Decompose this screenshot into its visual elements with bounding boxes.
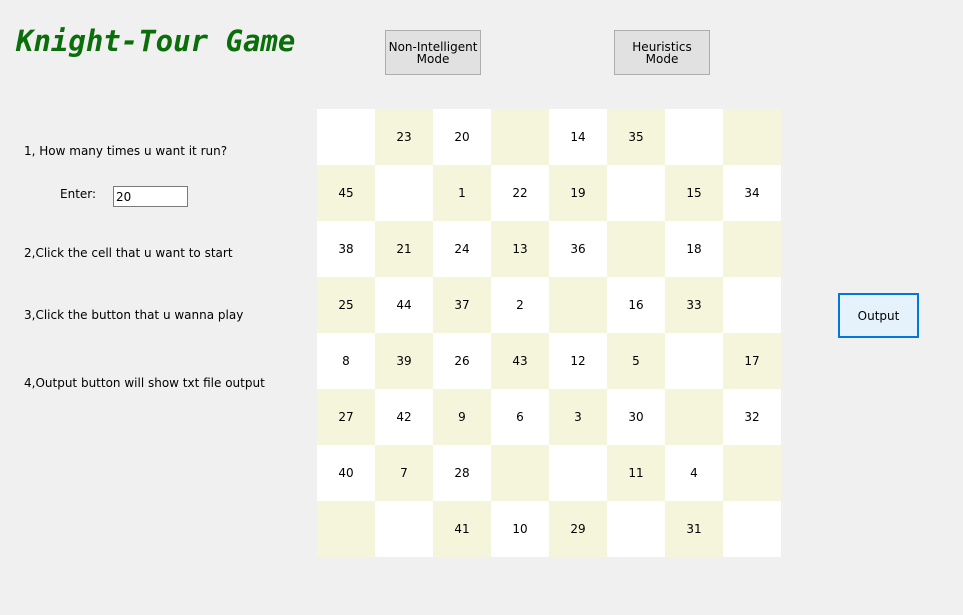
- board-cell[interactable]: 7: [375, 445, 433, 501]
- board-cell[interactable]: 28: [433, 445, 491, 501]
- board-cell[interactable]: [665, 109, 723, 165]
- board-cell[interactable]: 29: [549, 501, 607, 557]
- board-cell[interactable]: 33: [665, 277, 723, 333]
- board-cell[interactable]: [607, 165, 665, 221]
- board-cell[interactable]: 16: [607, 277, 665, 333]
- board-cell[interactable]: 24: [433, 221, 491, 277]
- board-cell[interactable]: 43: [491, 333, 549, 389]
- board-cell[interactable]: [607, 501, 665, 557]
- board-cell[interactable]: 11: [607, 445, 665, 501]
- board-cell[interactable]: 26: [433, 333, 491, 389]
- board-cell[interactable]: 30: [607, 389, 665, 445]
- board-cell[interactable]: [607, 221, 665, 277]
- heuristics-mode-button[interactable]: Heuristics Mode: [614, 30, 710, 75]
- board-cell[interactable]: 35: [607, 109, 665, 165]
- board-cell[interactable]: 40: [317, 445, 375, 501]
- board-cell[interactable]: 12: [549, 333, 607, 389]
- board-cell[interactable]: [375, 501, 433, 557]
- non-intelligent-mode-button[interactable]: Non-Intelligent Mode: [385, 30, 481, 75]
- board-cell[interactable]: 36: [549, 221, 607, 277]
- board-cell[interactable]: 1: [433, 165, 491, 221]
- board-cell[interactable]: 18: [665, 221, 723, 277]
- board-cell[interactable]: 17: [723, 333, 781, 389]
- board-cell[interactable]: 6: [491, 389, 549, 445]
- board-cell[interactable]: 15: [665, 165, 723, 221]
- board-cell[interactable]: 42: [375, 389, 433, 445]
- board-cell[interactable]: 27: [317, 389, 375, 445]
- board-cell[interactable]: 19: [549, 165, 607, 221]
- board-cell[interactable]: 38: [317, 221, 375, 277]
- instruction-step-1: 1, How many times u want it run?: [24, 144, 228, 158]
- board-cell[interactable]: [723, 445, 781, 501]
- board-cell[interactable]: 39: [375, 333, 433, 389]
- board-cell[interactable]: [491, 109, 549, 165]
- board-cell[interactable]: [317, 501, 375, 557]
- board-cell[interactable]: 3: [549, 389, 607, 445]
- board-cell[interactable]: 9: [433, 389, 491, 445]
- instruction-step-4: 4,Output button will show txt file outpu…: [24, 376, 265, 390]
- board-cell[interactable]: 22: [491, 165, 549, 221]
- board-cell[interactable]: [491, 445, 549, 501]
- board-cell[interactable]: 44: [375, 277, 433, 333]
- board-cell[interactable]: 45: [317, 165, 375, 221]
- board-cell[interactable]: [549, 445, 607, 501]
- knight-tour-board: 23 20 14 35 45 1 22 19 15 34 38 21 24 13 36 18 25 44 37 2 16…: [317, 109, 781, 557]
- board-cell[interactable]: 2: [491, 277, 549, 333]
- board-cell[interactable]: 34: [723, 165, 781, 221]
- board-cell[interactable]: 20: [433, 109, 491, 165]
- board-cell[interactable]: 8: [317, 333, 375, 389]
- board-cell[interactable]: 14: [549, 109, 607, 165]
- board-cell[interactable]: 41: [433, 501, 491, 557]
- board-cell[interactable]: 4: [665, 445, 723, 501]
- board-cell[interactable]: [723, 277, 781, 333]
- board-cell[interactable]: 25: [317, 277, 375, 333]
- board-cell[interactable]: [665, 333, 723, 389]
- app-title: Knight-Tour Game: [16, 24, 296, 58]
- board-cell[interactable]: [723, 501, 781, 557]
- board-cell[interactable]: [665, 389, 723, 445]
- instruction-step-2: 2,Click the cell that u want to start: [24, 246, 233, 260]
- board-cell[interactable]: 31: [665, 501, 723, 557]
- board-cell[interactable]: 10: [491, 501, 549, 557]
- board-cell[interactable]: [549, 277, 607, 333]
- board-cell[interactable]: 32: [723, 389, 781, 445]
- board-cell[interactable]: [723, 109, 781, 165]
- board-cell[interactable]: 23: [375, 109, 433, 165]
- instruction-step-3: 3,Click the button that u wanna play: [24, 308, 244, 322]
- board-cell[interactable]: 21: [375, 221, 433, 277]
- enter-label: Enter:: [60, 187, 97, 201]
- board-cell[interactable]: 5: [607, 333, 665, 389]
- board-cell[interactable]: [723, 221, 781, 277]
- output-button[interactable]: Output: [838, 293, 919, 338]
- board-cell[interactable]: 37: [433, 277, 491, 333]
- board-cell[interactable]: 13: [491, 221, 549, 277]
- run-count-input[interactable]: [113, 186, 188, 207]
- board-cell[interactable]: [375, 165, 433, 221]
- board-cell[interactable]: [317, 109, 375, 165]
